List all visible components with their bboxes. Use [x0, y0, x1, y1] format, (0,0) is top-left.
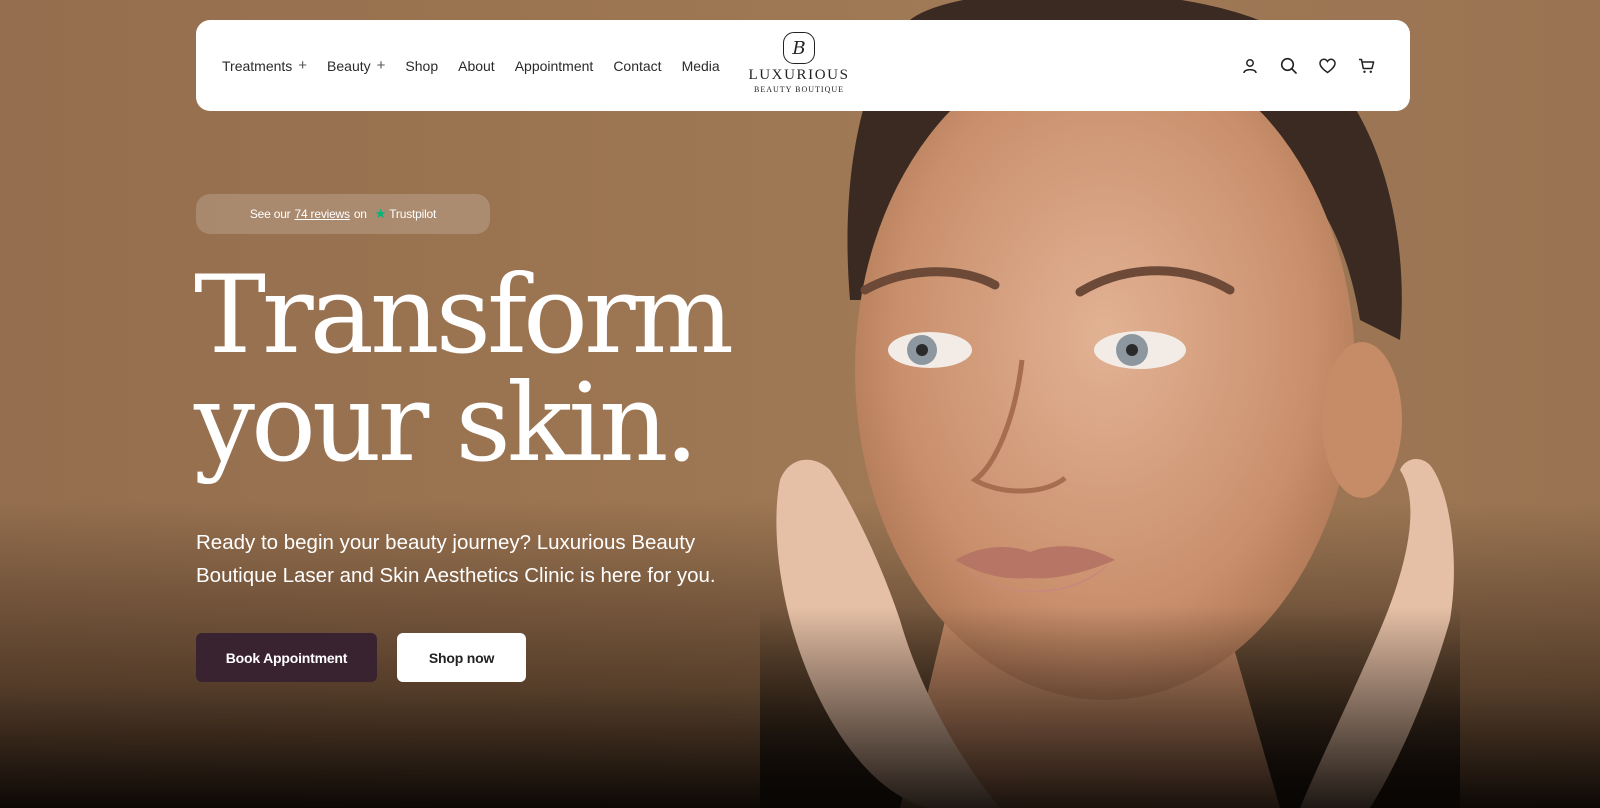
headline-line-1: Transform: [194, 253, 734, 378]
trust-suffix: on: [353, 207, 367, 221]
headline-line-2: your skin.: [194, 361, 699, 486]
nav-item-shop[interactable]: Shop: [405, 58, 438, 74]
logo-tagline: BEAUTY BOUTIQUE: [753, 85, 845, 94]
book-appointment-button[interactable]: Book Appointment: [196, 633, 377, 682]
user-icon[interactable]: [1230, 54, 1269, 78]
heart-icon[interactable]: [1308, 54, 1347, 78]
trustpilot-brand: Trustpilot: [389, 207, 437, 221]
trustpilot-star-icon: ★: [374, 206, 387, 221]
nav-links: Treatments + Beauty + Shop About Appoint…: [222, 20, 740, 111]
nav-item-appointment[interactable]: Appointment: [515, 58, 594, 74]
brand-logo[interactable]: B LUXURIOUS BEAUTY BOUTIQUE: [736, 32, 862, 94]
nav-item-about[interactable]: About: [458, 58, 495, 74]
plus-icon: +: [376, 57, 386, 74]
trustpilot-badge: See our 74 reviews on ★ Trustpilot: [196, 194, 490, 234]
nav-item-media[interactable]: Media: [682, 58, 720, 74]
nav-icons: [1230, 20, 1386, 111]
nav-item-treatments[interactable]: Treatments +: [222, 57, 307, 74]
nav-item-contact[interactable]: Contact: [613, 58, 661, 74]
hero-subtext: Ready to begin your beauty journey? Luxu…: [196, 531, 716, 587]
plus-icon: +: [298, 57, 308, 74]
main-navbar: Treatments + Beauty + Shop About Appoint…: [196, 20, 1410, 111]
nav-item-beauty[interactable]: Beauty +: [327, 57, 385, 74]
hero-headline: Transform your skin.: [194, 253, 734, 486]
nav-item-label: Treatments: [222, 57, 293, 74]
hero-portrait-image: [760, 0, 1460, 808]
trust-prefix: See our: [249, 207, 291, 221]
logo-monogram: B: [783, 32, 815, 64]
reviews-link[interactable]: 74 reviews: [294, 207, 350, 221]
shop-now-button[interactable]: Shop now: [397, 633, 526, 682]
logo-name: LUXURIOUS: [748, 67, 850, 83]
cart-icon[interactable]: [1347, 54, 1386, 78]
search-icon[interactable]: [1269, 54, 1308, 78]
nav-item-label: Beauty: [327, 57, 371, 74]
